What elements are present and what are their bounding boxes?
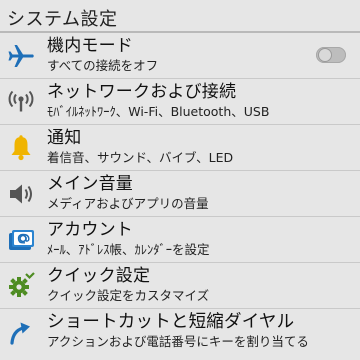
shortcut-arrow-icon <box>7 318 35 346</box>
settings-item-title: アカウント <box>47 220 133 240</box>
settings-item-title: 機内モード <box>47 36 133 56</box>
system-settings-screen: システム設定 機内モード すべての接続をオフ ネットワークおよび接続 ﾓﾊﾞｲﾙ… <box>0 0 360 360</box>
settings-item-account[interactable]: アカウント ﾒｰﾙ、ｱﾄﾞﾚｽ帳、ｶﾚﾝﾀﾞｰを設定 <box>0 217 360 263</box>
quick-settings-icon <box>7 272 35 300</box>
settings-item-subtitle: クイック設定をカスタマイズ <box>47 288 210 303</box>
settings-item-title: ショートカットと短縮ダイヤル <box>47 312 295 332</box>
settings-item-subtitle: メディアおよびアプリの音量 <box>47 196 209 211</box>
settings-item-title: ネットワークおよび接続 <box>47 82 237 102</box>
settings-item-subtitle: ﾓﾊﾞｲﾙﾈｯﾄﾜｰｸ、Wi-Fi、Bluetooth、USB <box>47 104 270 119</box>
settings-list: 機内モード すべての接続をオフ ネットワークおよび接続 ﾓﾊﾞｲﾙﾈｯﾄﾜｰｸ、… <box>0 33 360 355</box>
toggle-knob <box>319 49 331 61</box>
settings-item-title: 通知 <box>47 128 82 148</box>
settings-item-airplane-mode[interactable]: 機内モード すべての接続をオフ <box>0 33 360 79</box>
airplane-icon <box>7 42 35 70</box>
page-title: システム設定 <box>0 0 360 33</box>
settings-item-main-volume[interactable]: メイン音量 メディアおよびアプリの音量 <box>0 171 360 217</box>
settings-item-notifications[interactable]: 通知 着信音、サウンド、バイブ、LED <box>0 125 360 171</box>
settings-item-quick-settings[interactable]: クイック設定 クイック設定をカスタマイズ <box>0 263 360 309</box>
settings-item-subtitle: すべての接続をオフ <box>47 58 159 73</box>
settings-item-shortcuts-speed-dial[interactable]: ショートカットと短縮ダイヤル アクションおよび電話番号にキーを割り当てる <box>0 309 360 355</box>
settings-item-subtitle: 着信音、サウンド、バイブ、LED <box>47 150 234 165</box>
bell-icon <box>7 134 35 162</box>
settings-item-title: メイン音量 <box>47 174 133 194</box>
settings-item-subtitle: ﾒｰﾙ、ｱﾄﾞﾚｽ帳、ｶﾚﾝﾀﾞｰを設定 <box>47 242 210 257</box>
settings-item-subtitle: アクションおよび電話番号にキーを割り当てる <box>47 334 309 349</box>
network-signal-icon <box>7 88 35 116</box>
speaker-icon <box>7 180 35 208</box>
airplane-mode-toggle[interactable] <box>316 47 346 63</box>
settings-item-title: クイック設定 <box>47 266 151 286</box>
account-icon <box>7 226 35 254</box>
settings-item-network[interactable]: ネットワークおよび接続 ﾓﾊﾞｲﾙﾈｯﾄﾜｰｸ、Wi-Fi、Bluetooth、… <box>0 79 360 125</box>
